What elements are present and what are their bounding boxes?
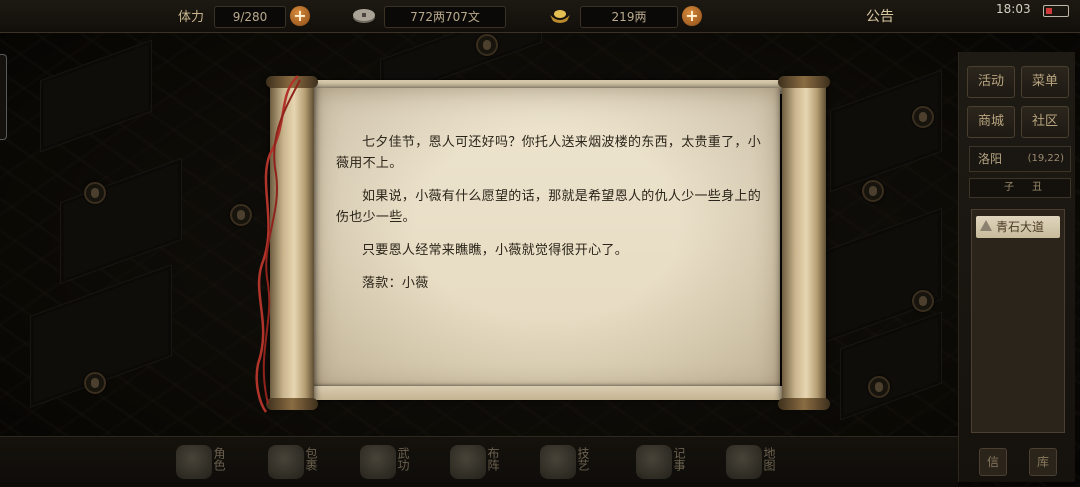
shop-button[interactable]: 商城 [967, 106, 1015, 138]
stamina-value: 9/280 [214, 6, 286, 28]
scroll-right-roller [778, 76, 830, 410]
menu-label: 技艺 [576, 447, 590, 471]
menu-label: 包裹 [304, 447, 318, 471]
letter-paragraph: 只要恩人经常来瞧瞧，小薇就觉得很开心了。 [362, 243, 629, 258]
side-drawer-tab[interactable] [0, 54, 7, 140]
stamina-label: 体力 [178, 10, 205, 25]
silver-value: 219两 [580, 6, 678, 28]
menu-label: 布阵 [486, 447, 500, 471]
bag-icon [268, 445, 304, 479]
location-list: 青石大道 [971, 209, 1065, 433]
martial-arts-menu[interactable]: 武功 [360, 441, 434, 485]
add-stamina-button[interactable]: + [290, 6, 310, 26]
inventory-menu[interactable]: 包裹 [268, 441, 342, 485]
letter-signature: 落款：小薇 [362, 276, 429, 291]
menu-button[interactable]: 菜单 [1021, 66, 1069, 98]
battery-icon [1043, 5, 1069, 17]
formation-menu[interactable]: 布阵 [450, 441, 524, 485]
hour-label: 子 [1004, 182, 1014, 193]
location-label: 青石大道 [996, 220, 1045, 234]
activity-button[interactable]: 活动 [967, 66, 1015, 98]
letter-scroll[interactable]: 七夕佳节，恩人可还好吗？你托人送来烟波楼的东西，太贵重了，小薇用不上。 如果说，… [248, 74, 838, 414]
skills-menu[interactable]: 技艺 [540, 441, 614, 485]
coin-icon [353, 9, 375, 23]
map-menu[interactable]: 地图 [726, 441, 800, 485]
red-ribbon-icon [255, 75, 301, 413]
copper-value: 772两707文 [384, 6, 506, 28]
bottom-menu-bar: 角色 包裹 武功 布阵 技艺 记事 地图 [0, 436, 958, 487]
journal-icon [636, 445, 672, 479]
letter-paragraph: 如果说，小薇有什么愿望的话，那就是希望恩人的仇人少一些身上的伤也少一些。 [336, 189, 762, 225]
city-name: 洛阳 [978, 152, 1003, 166]
right-panel: 活动 菜单 商城 社区 洛阳 (19,22) 子 丑 青石大道 信 库 [958, 52, 1075, 482]
time-of-day-bar: 子 丑 [969, 178, 1071, 198]
journal-menu[interactable]: 记事 [636, 441, 710, 485]
map-icon [726, 445, 762, 479]
character-icon [176, 445, 212, 479]
teapot-icon [540, 445, 576, 479]
community-button[interactable]: 社区 [1021, 106, 1069, 138]
current-city[interactable]: 洛阳 (19,22) [969, 146, 1071, 172]
top-status-bar: 体力 9/280 + 772两707文 219两 + 公告 18:03 [0, 0, 1080, 33]
notice-button[interactable]: 公告 [866, 6, 894, 26]
letter-paragraph: 七夕佳节，恩人可还好吗？你托人送来烟波楼的东西，太贵重了，小薇用不上。 [336, 135, 762, 171]
scroll-bottom-edge [302, 386, 792, 400]
menu-label: 记事 [672, 447, 686, 471]
ingot-icon [550, 10, 570, 23]
system-clock: 18:03 [996, 2, 1031, 16]
letter-text: 七夕佳节，恩人可还好吗？你托人送来烟波楼的东西，太贵重了，小薇用不上。 如果说，… [336, 132, 772, 306]
location-item[interactable]: 青石大道 [976, 216, 1060, 238]
mail-button[interactable]: 信 [979, 448, 1007, 476]
menu-label: 角色 [212, 447, 226, 471]
add-silver-button[interactable]: + [682, 6, 702, 26]
character-menu[interactable]: 角色 [176, 441, 250, 485]
menu-label: 武功 [396, 447, 410, 471]
book-icon [360, 445, 396, 479]
yin-yang-icon [450, 445, 486, 479]
mountain-icon [980, 220, 992, 231]
menu-label: 地图 [762, 447, 776, 471]
city-coordinates: (19,22) [1027, 153, 1064, 164]
hour-label: 丑 [1032, 182, 1042, 193]
storage-button[interactable]: 库 [1029, 448, 1057, 476]
